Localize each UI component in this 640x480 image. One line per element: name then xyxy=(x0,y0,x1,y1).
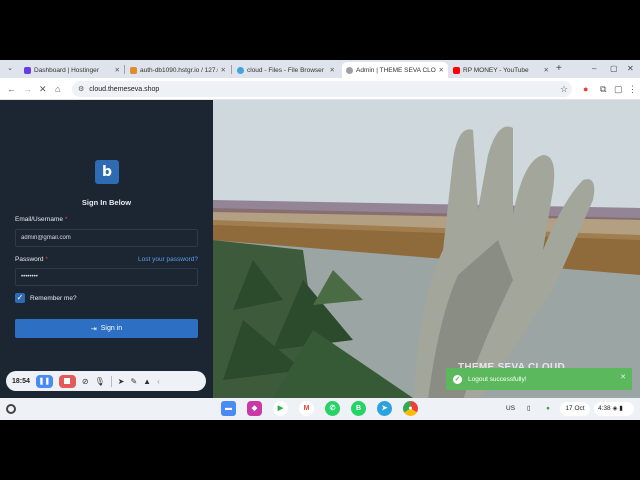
microphone-icon[interactable]: 🎙︎ xyxy=(95,377,105,386)
bookmark-star-icon[interactable]: ☆ xyxy=(560,83,568,95)
tab-phpmyadmin[interactable]: auth-db1090.hstgr.io / 127.0 ✕ xyxy=(126,62,230,78)
whatsapp-icon[interactable]: ✆ xyxy=(325,401,340,416)
close-tab-icon[interactable]: ✕ xyxy=(115,66,120,74)
stop-loading-icon[interactable]: ✕ xyxy=(39,83,47,95)
brand-logo-icon: b xyxy=(95,160,119,184)
chrome-icon[interactable]: ● xyxy=(403,401,418,416)
tab-title: cloud - Files - File Browser xyxy=(247,66,324,74)
address-bar[interactable]: ⚙ cloud.themeseva.shop xyxy=(72,81,572,97)
tab-separator xyxy=(124,65,125,74)
camera-off-icon[interactable]: ⊘ xyxy=(82,377,89,386)
new-tab-icon[interactable]: + xyxy=(556,63,562,75)
browser-window: ⌄ Dashboard | Hostinger ✕ auth-db1090.hs… xyxy=(0,60,640,420)
whatsapp-business-icon[interactable]: B xyxy=(351,401,366,416)
input-method-indicator[interactable]: US xyxy=(506,402,515,416)
recording-time: 18:54 xyxy=(12,377,30,385)
toolbar-divider xyxy=(110,375,112,387)
date-pill[interactable]: 17 Oct xyxy=(560,402,590,416)
close-tab-icon[interactable]: ✕ xyxy=(221,66,226,74)
tab-groups-icon[interactable]: ▢ xyxy=(614,83,623,95)
hostinger-icon xyxy=(24,66,31,74)
toast-message: Logout successfully! xyxy=(468,375,527,383)
home-icon[interactable]: ⌂ xyxy=(55,83,60,95)
tab-filebrowser[interactable]: cloud - Files - File Browser ✕ xyxy=(233,62,339,78)
password-label-text: Password xyxy=(15,256,44,263)
pointer-icon[interactable]: ➤ xyxy=(118,377,125,386)
tab-strip: ⌄ Dashboard | Hostinger ✕ auth-db1090.hs… xyxy=(0,60,640,78)
os-shelf: ▬ ◆ ▶ M ✆ B ➤ ● US ▯ ● 17 Oct 4:38 ◈ ▮ xyxy=(0,398,640,420)
remember-me-checkbox[interactable]: ✓ xyxy=(15,293,25,303)
extension-icon[interactable]: ● xyxy=(583,83,588,95)
screen-recorder-toolbar: 18:54 ❚❚ ⊘ 🎙︎ ➤ ✎ ▲ ‹ xyxy=(6,371,206,391)
highlighter-icon[interactable]: ▲ xyxy=(143,377,151,386)
signin-button[interactable]: ⇥ Sign in xyxy=(15,319,198,338)
tab-search-icon[interactable]: ⌄ xyxy=(4,63,16,75)
stop-record-icon[interactable] xyxy=(58,374,76,388)
url-text: cloud.themeseva.shop xyxy=(89,85,160,93)
site-info-icon[interactable]: ⚙ xyxy=(78,85,84,93)
minimize-icon[interactable]: – xyxy=(592,63,596,75)
close-tab-icon[interactable]: ✕ xyxy=(544,66,549,74)
collapse-icon[interactable]: ‹ xyxy=(157,377,160,386)
tab-hostinger[interactable]: Dashboard | Hostinger ✕ xyxy=(20,62,124,78)
required-mark: * xyxy=(64,216,68,223)
page-content: b Sign In Below Email/Username * Passwor… xyxy=(0,100,640,398)
status-dot-icon: ● xyxy=(546,405,550,412)
golden-bridge-photo xyxy=(213,100,640,398)
signin-button-label: Sign in xyxy=(100,325,123,332)
back-icon[interactable]: ← xyxy=(7,83,16,95)
close-tab-icon[interactable]: ✕ xyxy=(439,66,444,74)
telegram-icon[interactable]: ➤ xyxy=(377,401,392,416)
tab-title: Dashboard | Hostinger xyxy=(34,66,99,74)
pen-icon[interactable]: ✎ xyxy=(130,377,137,386)
play-store-icon[interactable]: ▶ xyxy=(273,401,288,416)
phpmyadmin-icon xyxy=(130,66,137,74)
tab-title: Admin | THEME SEVA CLOUD xyxy=(356,66,436,74)
filebrowser-icon xyxy=(237,66,244,74)
close-tab-icon[interactable]: ✕ xyxy=(330,66,335,74)
email-field[interactable] xyxy=(15,229,198,247)
toast-close-icon[interactable]: ✕ xyxy=(620,373,626,381)
page-icon xyxy=(346,66,353,74)
files-icon[interactable]: ▬ xyxy=(221,401,236,416)
tab-admin-active[interactable]: Admin | THEME SEVA CLOUD ✕ xyxy=(342,62,448,78)
hero-image: THEME SEVA CLOUD xyxy=(213,100,640,398)
email-label: Email/Username * xyxy=(15,216,67,223)
status-area[interactable]: 4:38 ◈ ▮ xyxy=(594,402,634,416)
forward-icon[interactable]: → xyxy=(23,83,32,95)
remember-me-label: Remember me? xyxy=(30,295,77,302)
launcher-icon[interactable] xyxy=(6,404,16,414)
signin-icon: ⇥ xyxy=(90,325,97,333)
tab-separator xyxy=(231,65,232,74)
gmail-icon[interactable]: M xyxy=(299,401,314,416)
clock-time: 4:38 xyxy=(598,405,611,412)
check-circle-icon: ✓ xyxy=(453,374,462,384)
wifi-icon: ◈ xyxy=(612,405,618,412)
tab-youtube[interactable]: RP MONEY - YouTube ✕ xyxy=(449,62,553,78)
logout-toast: ✓ Logout successfully! ✕ xyxy=(446,368,632,390)
tab-title: auth-db1090.hstgr.io / 127.0 xyxy=(140,66,218,74)
browser-toolbar: ← → ✕ ⌂ ⚙ cloud.themeseva.shop ☆ ● ⧉ ▢ ⋮ xyxy=(0,78,640,100)
youtube-icon xyxy=(453,66,460,74)
login-panel: b Sign In Below Email/Username * Passwor… xyxy=(0,100,213,398)
battery-icon: ▮ xyxy=(619,405,623,412)
phone-hub-icon[interactable]: ▯ xyxy=(527,402,531,416)
close-window-icon[interactable]: ✕ xyxy=(627,63,634,75)
maximize-icon[interactable]: ▢ xyxy=(610,63,618,75)
required-mark: * xyxy=(45,256,48,263)
extensions-puzzle-icon[interactable]: ⧉ xyxy=(600,83,606,95)
password-field[interactable] xyxy=(15,268,198,286)
tab-title: RP MONEY - YouTube xyxy=(463,66,529,74)
password-label: Password * xyxy=(15,256,48,263)
pause-icon[interactable]: ❚❚ xyxy=(35,374,53,388)
menu-icon[interactable]: ⋮ xyxy=(628,83,637,95)
gallery-icon[interactable]: ◆ xyxy=(247,401,262,416)
email-label-text: Email/Username xyxy=(15,216,64,223)
lost-password-link[interactable]: Lost your password? xyxy=(138,256,198,263)
signin-heading: Sign In Below xyxy=(81,198,132,207)
